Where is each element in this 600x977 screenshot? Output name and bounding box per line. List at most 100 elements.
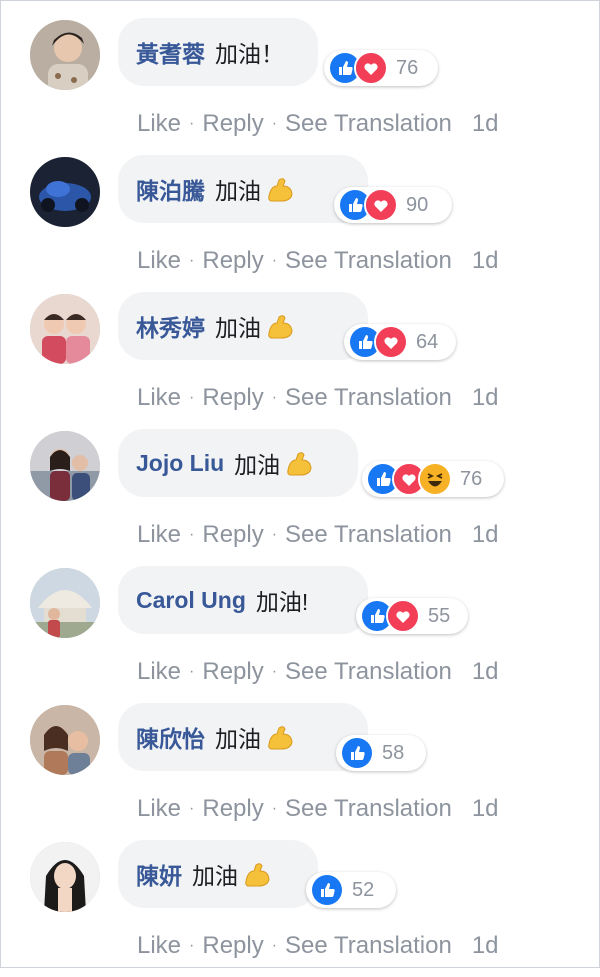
comment-actions: Like · Reply · See Translation 1d <box>137 384 499 412</box>
avatar[interactable] <box>30 842 100 912</box>
comment-actions: Like · Reply · See Translation 1d <box>137 247 499 275</box>
comment: Carol Ung 加油! 55 Like · Reply · See Tran… <box>0 566 600 703</box>
see-translation-link[interactable]: See Translation <box>285 110 452 138</box>
reaction-summary[interactable]: 64 <box>344 324 456 360</box>
separator: · <box>189 526 195 543</box>
comment-bubble: 黃耆蓉 加油！ <box>118 18 318 86</box>
comment-text: 加油！ <box>215 41 284 67</box>
reply-link[interactable]: Reply <box>202 110 263 138</box>
reaction-count: 90 <box>406 193 429 216</box>
comment-text: 加油 <box>234 452 281 478</box>
avatar[interactable] <box>30 20 100 90</box>
separator: · <box>189 937 195 954</box>
avatar[interactable] <box>30 431 100 501</box>
comment-bubble: 陳妍 加油 <box>118 840 318 908</box>
comment-author[interactable]: 陳欣怡 <box>136 720 205 754</box>
comment: 黃耆蓉 加油！ 76 Like · Reply · See Translatio… <box>0 18 600 155</box>
reply-link[interactable]: Reply <box>202 932 263 960</box>
separator: · <box>271 800 278 817</box>
separator: · <box>271 526 278 543</box>
separator: · <box>189 800 195 817</box>
comment-author[interactable]: Carol Ung <box>136 587 246 614</box>
comment-text: 加油 <box>215 315 261 341</box>
see-translation-link[interactable]: See Translation <box>285 932 452 960</box>
see-translation-link[interactable]: See Translation <box>285 384 452 412</box>
reply-link[interactable]: Reply <box>202 521 263 549</box>
comment-timestamp[interactable]: 1d <box>472 521 499 549</box>
flexed-biceps-emoji-icon <box>265 311 295 341</box>
like-icon <box>310 873 344 907</box>
comment-author[interactable]: 黃耆蓉 <box>136 35 205 69</box>
comment-timestamp[interactable]: 1d <box>472 384 499 412</box>
love-icon <box>354 51 388 85</box>
flexed-biceps-emoji-icon <box>265 174 295 204</box>
reaction-count: 55 <box>428 604 451 627</box>
comment: 陳妍 加油 52 Like · Reply · See Translation … <box>0 840 600 977</box>
reply-link[interactable]: Reply <box>202 795 263 823</box>
like-link[interactable]: Like <box>137 658 181 686</box>
comment-timestamp[interactable]: 1d <box>472 110 499 138</box>
reply-link[interactable]: Reply <box>202 658 263 686</box>
comment-timestamp[interactable]: 1d <box>472 247 499 275</box>
like-link[interactable]: Like <box>137 932 181 960</box>
like-link[interactable]: Like <box>137 384 181 412</box>
reaction-count: 76 <box>460 467 483 490</box>
comment-text: 加油 <box>215 178 261 204</box>
comment-bubble: 陳泊騰 加油 <box>118 155 368 223</box>
comment-actions: Like · Reply · See Translation 1d <box>137 521 499 549</box>
love-icon <box>364 188 398 222</box>
comment-timestamp[interactable]: 1d <box>472 795 499 823</box>
reaction-count: 58 <box>382 741 405 764</box>
comment-bubble: Jojo Liu 加油 <box>118 429 358 497</box>
separator: · <box>271 115 278 132</box>
separator: · <box>189 252 195 269</box>
separator: · <box>189 389 195 406</box>
reaction-count: 52 <box>352 878 375 901</box>
reaction-summary[interactable]: 90 <box>334 187 452 223</box>
love-icon <box>386 599 420 633</box>
avatar[interactable] <box>30 294 100 364</box>
comment-actions: Like · Reply · See Translation 1d <box>137 658 499 686</box>
separator: · <box>189 663 195 680</box>
reaction-summary[interactable]: 55 <box>356 598 468 634</box>
comment-bubble: 林秀婷 加油 <box>118 292 368 360</box>
comment-timestamp[interactable]: 1d <box>472 658 499 686</box>
avatar[interactable] <box>30 705 100 775</box>
comment-author[interactable]: Jojo Liu <box>136 450 224 477</box>
see-translation-link[interactable]: See Translation <box>285 658 452 686</box>
comment-text: 加油 <box>215 726 261 752</box>
comment-author[interactable]: 陳泊騰 <box>136 172 205 206</box>
flexed-biceps-emoji-icon <box>242 859 272 889</box>
flexed-biceps-emoji-icon <box>265 722 295 752</box>
separator: · <box>271 389 278 406</box>
separator: · <box>189 115 195 132</box>
separator: · <box>271 663 278 680</box>
see-translation-link[interactable]: See Translation <box>285 795 452 823</box>
avatar[interactable] <box>30 157 100 227</box>
reaction-summary[interactable]: 76 <box>324 50 438 86</box>
reply-link[interactable]: Reply <box>202 247 263 275</box>
like-icon <box>340 736 374 770</box>
comment-bubble: 陳欣怡 加油 <box>118 703 368 771</box>
reaction-summary[interactable]: 76 <box>362 461 504 497</box>
reaction-summary[interactable]: 58 <box>336 735 426 771</box>
comment-text: 加油! <box>255 589 309 615</box>
reaction-count: 76 <box>396 56 419 79</box>
comment-author[interactable]: 陳妍 <box>136 857 182 891</box>
comment-bubble: Carol Ung 加油! <box>118 566 368 634</box>
reaction-summary[interactable]: 52 <box>306 872 396 908</box>
see-translation-link[interactable]: See Translation <box>285 521 452 549</box>
haha-icon <box>418 462 452 496</box>
reply-link[interactable]: Reply <box>202 384 263 412</box>
like-link[interactable]: Like <box>137 110 181 138</box>
like-link[interactable]: Like <box>137 521 181 549</box>
avatar[interactable] <box>30 568 100 638</box>
comment-author[interactable]: 林秀婷 <box>136 309 205 343</box>
comment: 陳泊騰 加油 90 Like · Reply · See Translation… <box>0 155 600 292</box>
comment: Jojo Liu 加油 76 Like · Reply · See Transl… <box>0 429 600 566</box>
like-link[interactable]: Like <box>137 795 181 823</box>
comment-actions: Like · Reply · See Translation 1d <box>137 795 499 823</box>
comment-timestamp[interactable]: 1d <box>472 932 499 960</box>
like-link[interactable]: Like <box>137 247 181 275</box>
see-translation-link[interactable]: See Translation <box>285 247 452 275</box>
